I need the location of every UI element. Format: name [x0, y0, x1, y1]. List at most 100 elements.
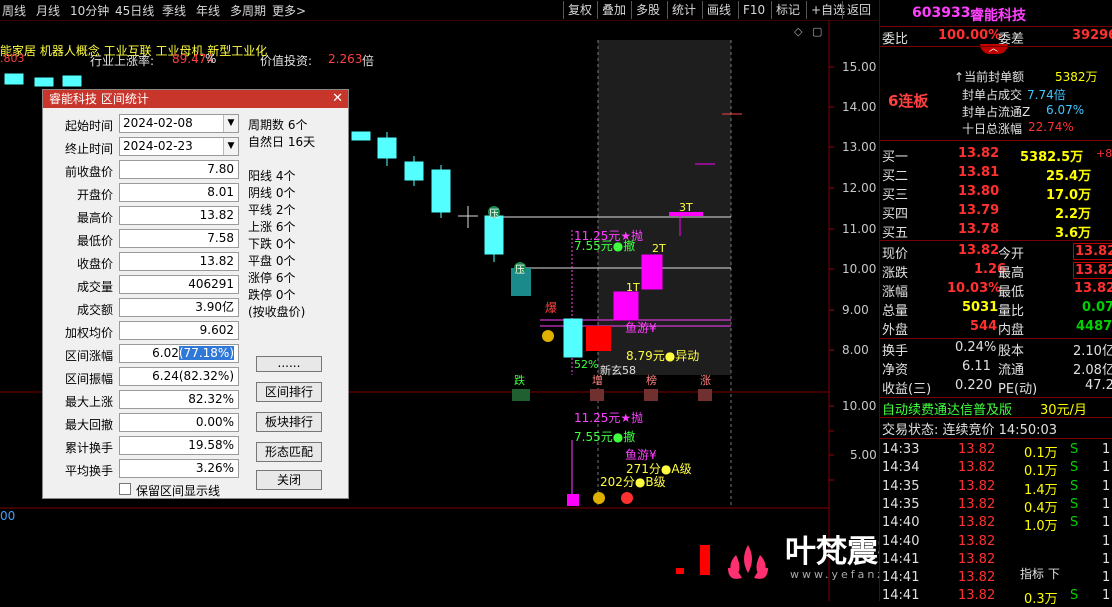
stock-code: 603933 [912, 5, 971, 21]
bid-price: 13.79 [958, 203, 1000, 218]
statistics-button[interactable]: 统计 [667, 1, 700, 19]
price-tick: 10.00 [842, 262, 877, 276]
tab-monthly[interactable]: 月线 [36, 2, 60, 19]
tick-time: 14:33 [882, 442, 920, 457]
eps: 0.220 [955, 378, 993, 393]
sector-rank-button[interactable]: 板块排行 [256, 412, 322, 432]
tick-side: S [1070, 478, 1079, 494]
field-label: 加权均价 [64, 326, 113, 340]
field-label: 区间振幅 [64, 372, 113, 386]
ad-price[interactable]: 30元/月 [1040, 399, 1087, 418]
back-button[interactable]: 返回 [842, 1, 875, 19]
tick-time: 14:35 [882, 496, 920, 512]
tick-side: S [1070, 460, 1079, 476]
pe-ratio: 47.2 [1085, 378, 1112, 393]
overlay-button[interactable]: 叠加 [597, 1, 630, 19]
tab-45day[interactable]: 45日线 [115, 2, 154, 19]
period-toolbar: 周线 月线 10分钟 45日线 季线 年线 多周期 更多> 复权 叠加 多股 统… [0, 0, 878, 21]
bid-label: 买一 [882, 150, 909, 165]
interval-rise-field[interactable]: 6.02(77.18%) [119, 344, 239, 363]
more-button[interactable]: ...... [256, 356, 322, 372]
tab-quarterly[interactable]: 季线 [162, 2, 186, 19]
quote-label: 外盘 [882, 323, 909, 338]
annotation-cancel: 7.55元●撤 [574, 239, 636, 253]
draw-line-button[interactable]: 画线 [702, 1, 735, 19]
menu-icon[interactable]: ▢ [812, 25, 822, 38]
stat-unchanged: 平盘 0个 [248, 254, 296, 268]
chevron-down-icon[interactable]: ▼ [223, 138, 238, 155]
weibi-label: 委比 [882, 32, 909, 47]
bid-label: 买五 [882, 226, 909, 241]
max-rise-field: 82.32% [119, 390, 239, 409]
keep-interval-checkbox-row[interactable]: 保留区间显示线 [119, 482, 279, 498]
diamond-icon[interactable]: ◇ [794, 25, 802, 38]
f10-button[interactable]: F10 [738, 1, 769, 19]
tick-time: 14:40 [882, 515, 920, 531]
ad-text[interactable]: 自动续费通达信普及版 [882, 399, 1012, 418]
tick-volume: 0.3万 [1024, 592, 1058, 607]
tick-time: 14:40 [882, 533, 920, 549]
weicha-value: 39296 [1072, 28, 1112, 43]
annotation-fall: 跌 [514, 374, 525, 387]
close-button[interactable]: 关闭 [256, 470, 322, 490]
keep-interval-checkbox[interactable] [119, 483, 131, 495]
ticks-partial: 指标 下 [1020, 567, 1060, 581]
tab-weekly[interactable]: 周线 [2, 2, 26, 19]
interval-rise-pct-selected[interactable]: (77.18%) [178, 346, 234, 360]
tick-count: 1 [1102, 478, 1111, 494]
chevron-up-icon: ︿ [989, 44, 999, 54]
price-tick: 11.00 [842, 222, 877, 236]
tab-yearly[interactable]: 年线 [196, 2, 220, 19]
restore-rights-button[interactable]: 复权 [563, 1, 596, 19]
tick-price: 13.82 [958, 588, 996, 604]
stat-flat: 平线 2个 [248, 203, 296, 217]
start-time-row: 起始时间 2024-02-08 ▼ [49, 114, 239, 135]
field-label: 成交量 [76, 280, 113, 294]
tick-count: 1 [1102, 460, 1111, 476]
tick-count: 1 [1102, 496, 1111, 512]
start-date-picker[interactable]: 2024-02-08 ▼ [119, 114, 239, 133]
annotation-anomaly: 8.79元●异动 [626, 349, 700, 363]
tab-more[interactable]: 更多> [272, 2, 306, 19]
pattern-match-button[interactable]: 形态匹配 [256, 442, 322, 462]
tick-time: 14:41 [882, 588, 920, 604]
bid-label: 买三 [882, 188, 909, 203]
keep-interval-label: 保留区间显示线 [136, 484, 221, 498]
quote-label: 最高 [998, 266, 1025, 281]
end-date-picker[interactable]: 2024-02-23 ▼ [119, 137, 239, 156]
quote-label: 内盘 [998, 323, 1025, 338]
chevron-down-icon[interactable]: ▼ [223, 115, 238, 132]
tick-count: 1 [1102, 551, 1111, 567]
annotation-rise: 涨 [700, 374, 711, 387]
amount-field: 3.90亿 [119, 298, 239, 317]
quote-label: 今开 [998, 247, 1025, 262]
consecutive-limit-badge: 6连板 [888, 92, 929, 110]
annotation-fish: 鱼游¥ [625, 321, 657, 335]
open-price: 13.82 [1073, 243, 1112, 260]
multi-stock-button[interactable]: 多股 [631, 1, 664, 19]
price-tick: 9.00 [842, 303, 869, 317]
end-date-value: 2024-02-23 [123, 139, 193, 153]
seal-label: 封单占流通Z [962, 105, 1031, 119]
seal-label: 十日总涨幅 [962, 122, 1023, 136]
tab-10min[interactable]: 10分钟 [70, 2, 109, 19]
annotation-xinxuan: 新玄58 [600, 364, 636, 377]
price-change-pct: 10.03% [947, 281, 1002, 296]
price-tick: 15.00 [842, 60, 877, 74]
left-partial-value: .803 [0, 52, 25, 65]
annotation-cancel-lower: 7.55元●撤 [574, 430, 636, 444]
field-label: 最大上涨 [64, 395, 113, 409]
interval-rank-button[interactable]: 区间排行 [256, 382, 322, 402]
close-icon[interactable]: ✕ [332, 91, 343, 106]
tab-multi-period[interactable]: 多周期 [230, 2, 266, 19]
tick-time: 14:41 [882, 551, 920, 567]
field-label: 区间涨幅 [64, 349, 113, 363]
tick-price: 13.82 [958, 460, 996, 476]
indicator-tick: 5.00 [850, 448, 877, 462]
tick-volume: 0.1万 [1024, 464, 1058, 480]
tick-side: S [1070, 442, 1079, 457]
annotation-3t: 3T [679, 201, 693, 214]
bid-price: 13.80 [958, 184, 1000, 199]
stat-natural-days: 自然日 16天 [248, 135, 316, 149]
mark-button[interactable]: 标记 [771, 1, 804, 19]
